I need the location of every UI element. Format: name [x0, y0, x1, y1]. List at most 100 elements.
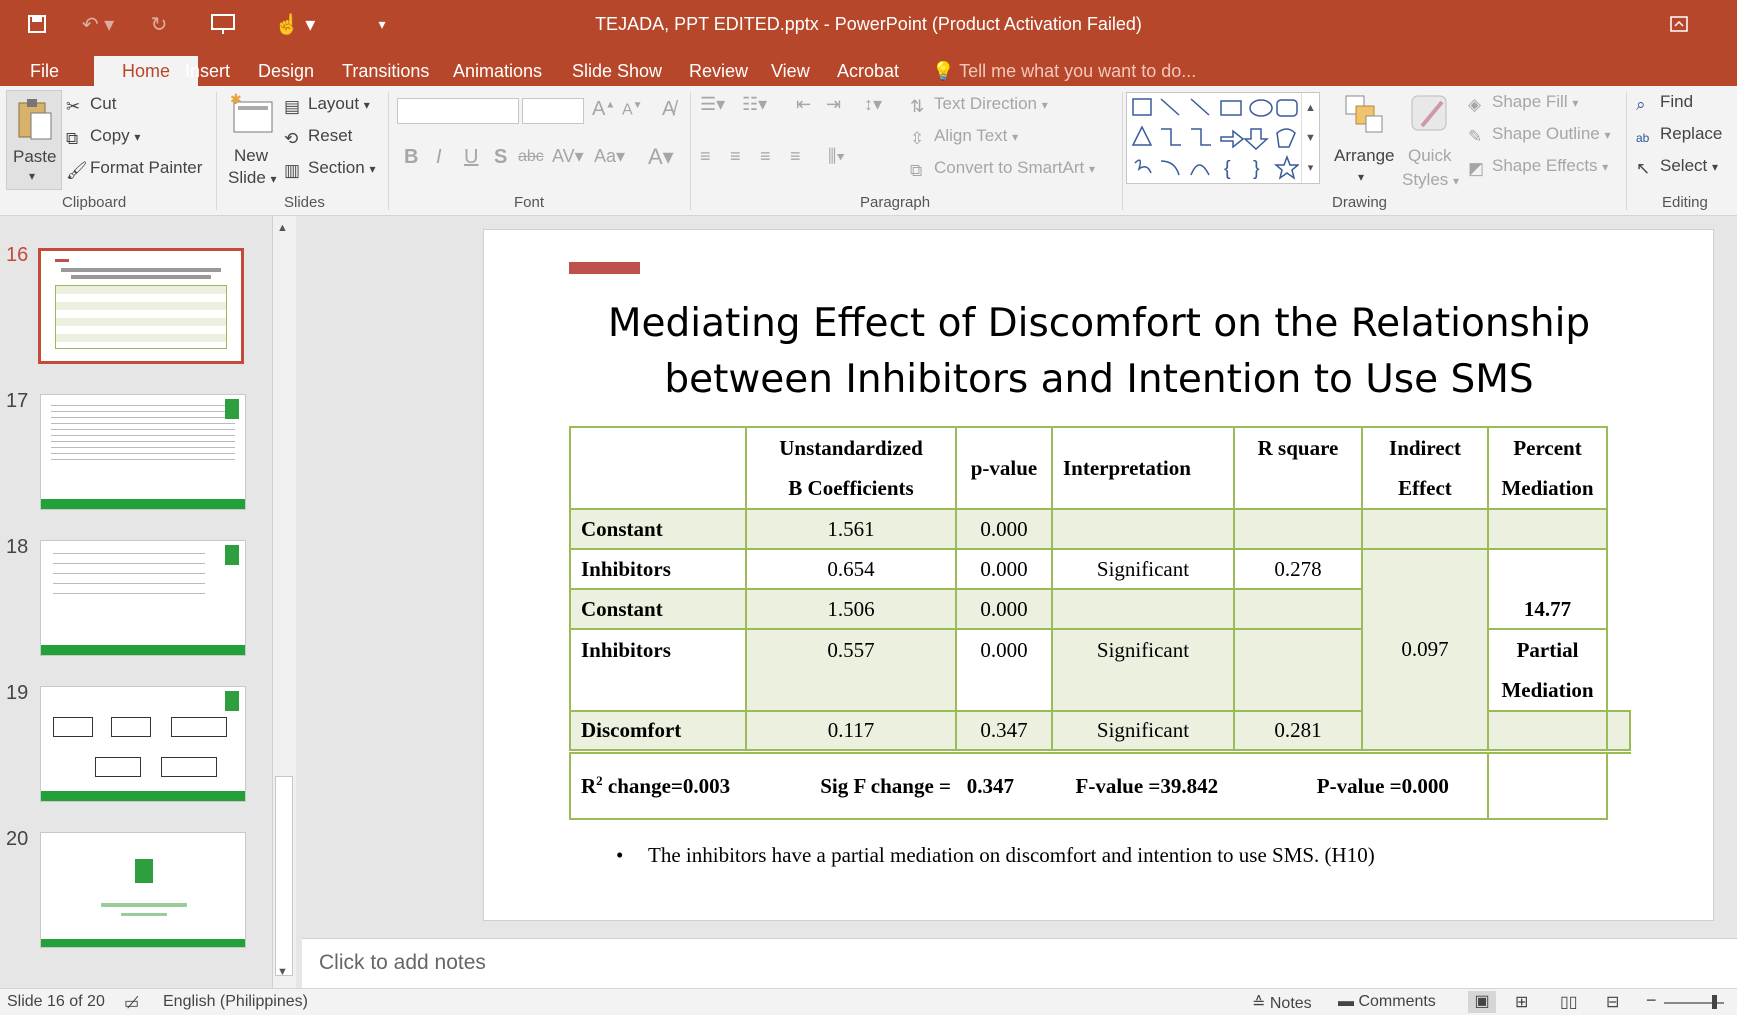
- replace-icon: ab: [1636, 131, 1650, 145]
- underline-icon[interactable]: U: [464, 146, 478, 169]
- ribbon-display-icon[interactable]: [1664, 10, 1694, 38]
- svg-text:✱: ✱: [230, 92, 242, 107]
- select-button[interactable]: ↖ Select ▾: [1636, 156, 1718, 178]
- tell-me-text: Tell me what you want to do...: [959, 61, 1197, 81]
- font-color-icon[interactable]: A▾: [648, 144, 674, 170]
- summary-cell: R2 change=0.003 Sig F change = 0.347 F-v…: [569, 750, 1489, 820]
- tab-acrobat[interactable]: Acrobat: [825, 56, 911, 86]
- shapes-gallery[interactable]: {} ▲ ▼ ▾: [1126, 92, 1320, 184]
- font-size-box[interactable]: [522, 98, 584, 124]
- shape-outline-button[interactable]: ✎ Shape Outline ▾: [1468, 124, 1611, 146]
- columns-icon[interactable]: ⫼▾: [828, 146, 845, 167]
- f-value: F-value =39.842: [1075, 773, 1219, 798]
- shape-fill-button[interactable]: ◈ Shape Fill ▾: [1468, 92, 1578, 114]
- scroll-thumb[interactable]: [275, 776, 293, 976]
- scroll-down-icon[interactable]: ▼: [277, 966, 288, 978]
- paste-button[interactable]: Paste ▾: [6, 90, 62, 190]
- header-interpretation: Interpretation: [1051, 426, 1235, 510]
- align-right-icon[interactable]: ≡: [760, 146, 771, 167]
- copy-button[interactable]: ⧉ Copy ▾: [66, 126, 140, 148]
- comments-label: Comments: [1358, 993, 1436, 1010]
- normal-view-icon[interactable]: ▣: [1468, 991, 1496, 1013]
- slide-thumbnail-18[interactable]: [40, 540, 246, 656]
- tab-review[interactable]: Review: [677, 56, 760, 86]
- tab-transitions[interactable]: Transitions: [330, 56, 441, 86]
- replace-button[interactable]: ab Replace: [1636, 124, 1722, 149]
- bold-icon[interactable]: B: [404, 146, 418, 169]
- format-painter-label: Format Painter: [90, 158, 203, 177]
- convert-smartart-button[interactable]: ⧉ Convert to SmartArt ▾: [910, 158, 1095, 180]
- format-painter-button[interactable]: 🖌 Format Painter: [66, 158, 203, 180]
- slide-title[interactable]: Mediating Effect of Discomfort on the Re…: [544, 296, 1654, 408]
- font-name-box[interactable]: [397, 98, 519, 124]
- comments-button[interactable]: ▬ Comments: [1338, 993, 1436, 1011]
- notes-icon: ≙: [1252, 995, 1266, 1012]
- justify-icon[interactable]: ≡: [790, 146, 801, 167]
- tell-me-box[interactable]: 💡 Tell me what you want to do...: [920, 56, 1208, 86]
- language-indicator[interactable]: English (Philippines): [163, 993, 308, 1011]
- shadow-icon[interactable]: S: [494, 146, 507, 169]
- grow-font-icon[interactable]: A▲: [592, 98, 615, 121]
- cell-pvalue: 0.000: [955, 628, 1053, 712]
- slide-thumbnail-20[interactable]: [40, 832, 246, 948]
- tab-view[interactable]: View: [759, 56, 822, 86]
- slide-thumbnail-16[interactable]: [38, 248, 244, 364]
- slide-canvas[interactable]: Mediating Effect of Discomfort on the Re…: [483, 229, 1714, 921]
- line-spacing-icon[interactable]: ↕▾: [864, 94, 882, 115]
- text-direction-button[interactable]: ⇅ Text Direction ▾: [910, 94, 1048, 116]
- find-button[interactable]: ⌕ Find: [1636, 92, 1693, 114]
- shapes-scroll[interactable]: ▲ ▼ ▾: [1301, 93, 1319, 183]
- arrange-button[interactable]: Arrange ▾: [1334, 90, 1394, 190]
- clear-format-icon[interactable]: A̸: [662, 98, 675, 121]
- change-case-icon[interactable]: Aa▾: [594, 146, 625, 167]
- section-icon: ▥: [284, 161, 301, 180]
- shrink-font-icon[interactable]: A▼: [622, 100, 643, 119]
- row-label: Inhibitors: [569, 548, 747, 590]
- scroll-up-icon[interactable]: ▲: [277, 222, 288, 234]
- table-summary-row: R2 change=0.003 Sig F change = 0.347 F-v…: [569, 750, 1630, 820]
- spell-check-icon[interactable]: ▭̸: [124, 993, 139, 1013]
- scissors-icon: ✂: [66, 97, 81, 116]
- zoom-slider-thumb[interactable]: [1712, 995, 1717, 1009]
- tab-slide-show[interactable]: Slide Show: [560, 56, 674, 86]
- shape-effects-button[interactable]: ◩ Shape Effects ▾: [1468, 156, 1608, 178]
- zoom-out-icon[interactable]: −: [1646, 990, 1657, 1011]
- char-spacing-icon[interactable]: AV▾: [552, 146, 584, 167]
- increase-indent-icon[interactable]: ⇥: [826, 94, 841, 115]
- tab-animations[interactable]: Animations: [441, 56, 554, 86]
- slide-thumbnail-19[interactable]: [40, 686, 246, 802]
- quick-styles-button[interactable]: Quick Styles ▾: [1400, 90, 1460, 190]
- results-table[interactable]: Unstandardized B Coefficients p-value Int…: [569, 426, 1631, 820]
- notes-button[interactable]: ≙ Notes: [1252, 993, 1312, 1013]
- slideshow-view-icon[interactable]: ⊟: [1606, 992, 1619, 1012]
- text-direction-label: Text Direction: [934, 94, 1037, 113]
- new-slide-button[interactable]: ✱ New Slide ▾: [226, 90, 278, 190]
- clipboard-icon: [18, 99, 52, 140]
- layout-label: Layout: [308, 94, 360, 113]
- tab-file[interactable]: File: [18, 56, 71, 86]
- align-center-icon[interactable]: ≡: [730, 146, 741, 167]
- align-left-icon[interactable]: ≡: [700, 146, 711, 167]
- tab-design[interactable]: Design: [246, 56, 326, 86]
- tab-insert[interactable]: Insert: [173, 56, 242, 86]
- numbering-icon[interactable]: ☷▾: [742, 94, 767, 115]
- bullet-text[interactable]: • The inhibitors have a partial mediatio…: [616, 843, 1375, 868]
- decrease-indent-icon[interactable]: ⇤: [796, 94, 811, 115]
- notes-pane[interactable]: Click to add notes: [302, 938, 1737, 988]
- align-text-icon: ⇳: [910, 129, 925, 148]
- table-header-row: Unstandardized B Coefficients p-value Int…: [569, 426, 1630, 510]
- cut-button[interactable]: ✂ Cut: [66, 94, 116, 116]
- slide-sorter-icon[interactable]: ⊞: [1515, 992, 1528, 1012]
- italic-icon[interactable]: I: [436, 146, 442, 169]
- header-coefficients: Unstandardized B Coefficients: [745, 426, 957, 510]
- thumbnails-scrollbar[interactable]: ▲ ▼: [272, 216, 296, 988]
- layout-button[interactable]: ▤ Layout ▾: [284, 94, 370, 116]
- align-text-button[interactable]: ⇳ Align Text ▾: [910, 126, 1018, 148]
- section-button[interactable]: ▥ Section ▾: [284, 158, 375, 180]
- notes-placeholder: Click to add notes: [319, 951, 486, 974]
- reading-view-icon[interactable]: ▯▯: [1560, 992, 1578, 1012]
- reset-button[interactable]: ⟲ Reset: [284, 126, 352, 148]
- bullets-icon[interactable]: ☰▾: [700, 94, 725, 115]
- slide-thumbnail-17[interactable]: [40, 394, 246, 510]
- strikethrough-icon[interactable]: abc: [518, 148, 544, 166]
